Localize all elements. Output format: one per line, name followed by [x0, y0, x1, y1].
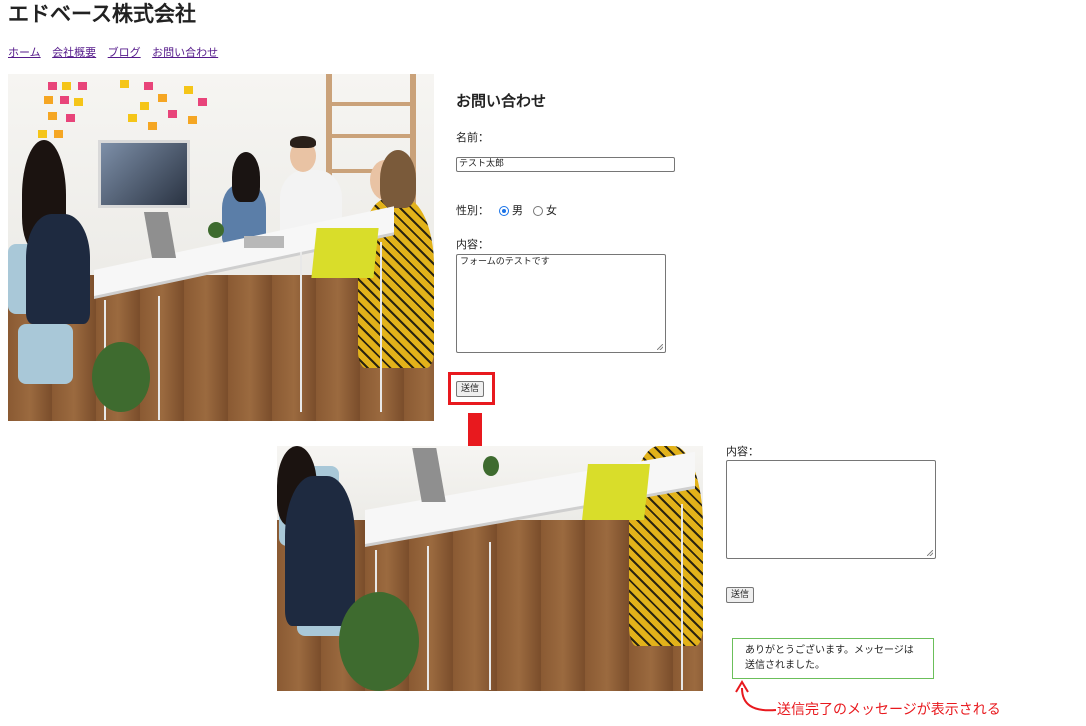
- name-input[interactable]: テスト太郎: [456, 157, 675, 172]
- curved-arrow-icon: [735, 680, 777, 712]
- gender-field: 性別： 男 女: [456, 204, 616, 218]
- nav-link-blog[interactable]: ブログ: [108, 46, 141, 59]
- submit-highlight-box: [448, 372, 495, 405]
- form-title: お問い合わせ: [456, 92, 547, 110]
- gender-option-female: 女: [546, 204, 557, 217]
- resize-handle-icon[interactable]: [927, 550, 933, 556]
- name-label: 名前：: [456, 131, 489, 144]
- content-textarea-after[interactable]: [726, 460, 936, 559]
- content-label: 内容：: [456, 238, 489, 251]
- main-nav: ホーム 会社概要 ブログ お問い合わせ: [8, 46, 226, 60]
- gender-radio-male[interactable]: [498, 206, 509, 216]
- content-label-after: 内容：: [726, 445, 759, 458]
- gender-radio-female[interactable]: [532, 206, 543, 216]
- nav-link-contact[interactable]: お問い合わせ: [152, 46, 218, 59]
- submit-button-after[interactable]: 送信: [726, 587, 755, 603]
- annotation-text: 送信完了のメッセージが表示される: [777, 702, 1001, 718]
- success-message: ありがとうございます。メッセージは送信されました。: [732, 638, 934, 679]
- content-textarea[interactable]: フォームのテストです: [456, 254, 666, 353]
- resize-handle-icon[interactable]: [657, 344, 663, 350]
- nav-link-company[interactable]: 会社概要: [52, 46, 96, 59]
- gender-option-male: 男: [512, 204, 523, 217]
- office-photo-scrolled: [277, 446, 703, 691]
- nav-link-home[interactable]: ホーム: [8, 46, 41, 59]
- office-photo: [8, 74, 434, 421]
- content-textarea-value: フォームのテストです: [460, 257, 550, 267]
- gender-label: 性別：: [456, 204, 489, 217]
- site-title: エドベース株式会社: [8, 2, 196, 26]
